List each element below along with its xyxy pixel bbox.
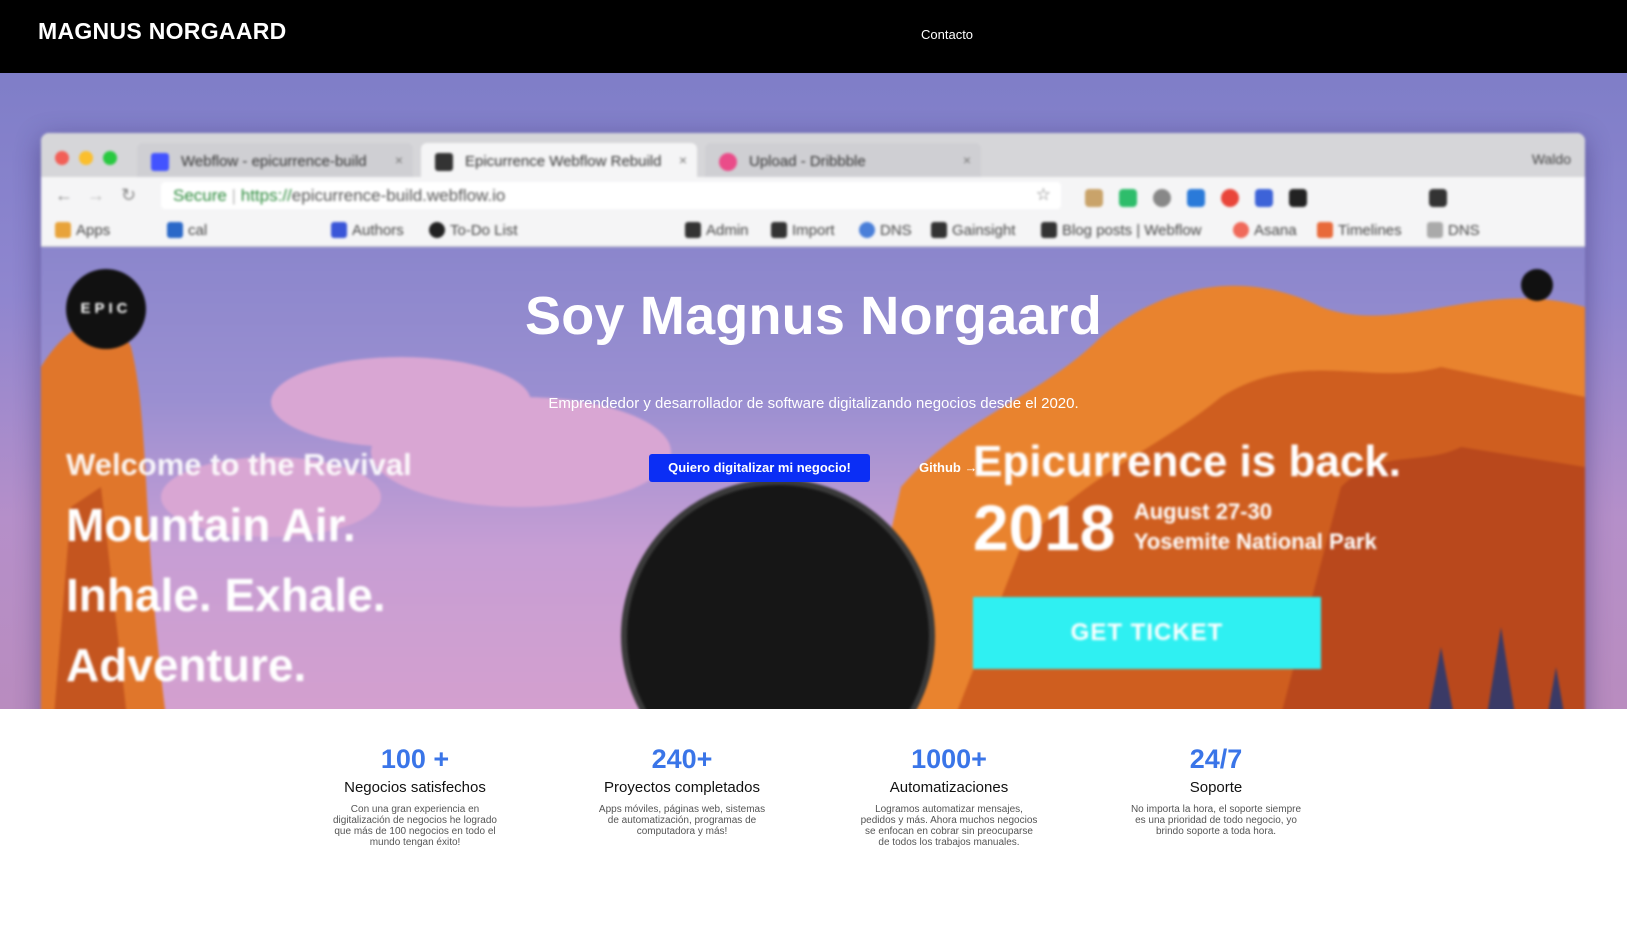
stat-number: 100 + [380,744,450,774]
get-ticket-button: GET TICKET [973,597,1321,669]
brand-logo[interactable]: MAGNUS NORGAARD [38,18,287,45]
hero-subtitle: Emprendedor y desarrollador de software … [548,395,1079,412]
secure-label: Secure [173,186,227,205]
bookmark-item: To-Do List [429,222,518,239]
bookmark-item: DNS [1427,222,1480,239]
nav-link-contacto[interactable]: Contacto [921,27,973,42]
bookmark-item: Apps [55,222,110,239]
browser-tab-label: Upload - Dribbble [749,153,866,170]
extension-icon [1085,189,1103,207]
site-headline: Epicurrence is back. [973,437,1401,486]
address-bar: Secure | https://epicurrence-build.webfl… [161,182,1061,209]
webflow-icon [151,153,169,171]
dribbble-icon [719,153,737,171]
stat-card: 240+ Proyectos completados Apps móviles,… [582,744,782,837]
stat-card: 100 + Negocios satisfechos Con una gran … [315,744,515,848]
bookmark-item: Blog posts | Webflow [1041,222,1202,239]
close-dot-icon [55,151,69,165]
stat-label: Automatizaciones [889,779,1009,796]
bookmark-item: Asana [1233,222,1297,239]
close-icon: × [678,152,687,168]
extension-icon [1119,189,1137,207]
bookmark-item: DNS [859,222,912,239]
browser-screenshot: Webflow - epicurrence-build × Epicurrenc… [41,133,1585,709]
browser-tab: Webflow - epicurrence-build × [137,143,413,177]
stat-number: 240+ [651,744,713,774]
site-welcome: Welcome to the Revival [66,447,412,482]
site-line: Inhale. Exhale. [66,569,386,621]
browser-tab-label: Webflow - epicurrence-build [181,153,367,170]
bookmark-item: Authors [331,222,404,239]
extension-icon [1221,189,1239,207]
extension-icon [1153,189,1171,207]
stat-card: 24/7 Soporte No importa la hora, el sopo… [1116,744,1316,837]
site-date-place: August 27-30 Yosemite National Park [1134,497,1377,557]
site-place: Yosemite National Park [1133,529,1377,554]
extension-icon [1429,189,1447,207]
minimize-dot-icon [79,151,93,165]
site-left-copy: Welcome to the Revival Mountain Air. Inh… [66,447,412,693]
url-text: epicurrence-build.webflow.io [291,186,506,205]
back-arrow-icon: ← [55,185,73,205]
stat-label: Soporte [1189,779,1243,796]
forward-arrow-icon: → [87,185,105,205]
page-icon [435,153,453,171]
browser-address-row: ← → ↻ Secure | https://epicurrence-build… [41,177,1585,213]
site-line: Adventure. [66,639,307,691]
site-year: 2018 [973,492,1116,564]
stat-number: 24/7 [1189,744,1243,774]
extension-icon [1289,189,1307,207]
stat-description: Apps móviles, páginas web, sistemas de a… [598,804,766,837]
extension-icon [1187,189,1205,207]
maximize-dot-icon [103,151,117,165]
stat-description: No importa la hora, el soporte siempre e… [1130,804,1302,837]
star-icon: ☆ [1035,185,1051,204]
reload-icon: ↻ [121,185,137,205]
stat-description: Con una gran experiencia en digitalizaci… [332,804,497,848]
bookmark-item: Import [771,222,835,239]
browser-user: Waldo [1531,151,1571,167]
stat-label: Proyectos completados [604,779,760,796]
stat-label: Negocios satisfechos [344,779,486,796]
bookmark-item: Gainsight [931,222,1015,239]
stat-number: 1000+ [911,744,987,774]
browser-tab: Epicurrence Webflow Rebuild × [421,143,697,177]
digitalize-business-button[interactable]: Quiero digitalizar mi negocio! [649,454,870,482]
site-line: Mountain Air. [66,499,356,551]
browser-tab: Upload - Dribbble × [705,143,981,177]
bookmark-item: Timelines [1317,222,1402,239]
site-right-copy: Epicurrence is back. 2018 August 27-30 Y… [973,437,1401,565]
stats-section: 100 + Negocios satisfechos Con una gran … [0,709,1627,938]
browser-tab-label: Epicurrence Webflow Rebuild [465,153,662,170]
browser-tab-bar: Webflow - epicurrence-build × Epicurrenc… [41,133,1585,177]
extension-icon [1255,189,1273,207]
hero-background-image: Webflow - epicurrence-build × Epicurrenc… [0,73,1627,709]
stat-description: Logramos automatizar mensajes, pedidos y… [860,804,1038,848]
close-icon: × [394,152,403,168]
close-icon: × [962,152,971,168]
hero-section: Webflow - epicurrence-build × Epicurrenc… [0,73,1627,709]
bookmarks-bar: Apps cal Authors To-Do List Admin Import… [41,213,1585,247]
url-protocol: https:// [240,186,292,205]
stat-card: 1000+ Automatizaciones Logramos automati… [849,744,1049,848]
top-nav: MAGNUS NORGAARD Contacto [0,0,1627,73]
hero-title: Soy Magnus Norgaard [525,286,1102,346]
bookmark-item: Admin [685,222,749,239]
site-date: August 27-30 [1133,499,1272,524]
github-link[interactable]: Github → [919,460,978,475]
bookmark-item: cal [167,222,207,239]
